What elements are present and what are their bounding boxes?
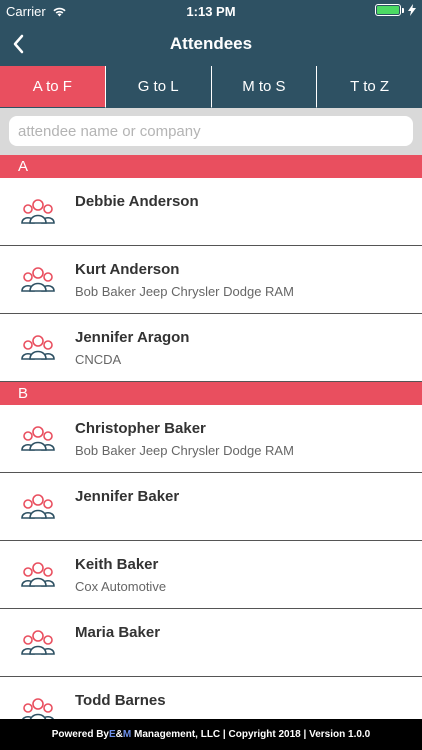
list-item[interactable]: Debbie Anderson: [0, 178, 422, 246]
search-bar: [0, 108, 422, 155]
footer-rest: Management, LLC | Copyright 2018 | Versi…: [131, 729, 371, 740]
attendee-name: Kurt Anderson: [75, 261, 180, 278]
attendee-company: Bob Baker Jeep Chrysler Dodge RAM: [75, 284, 294, 299]
list-item[interactable]: Keith Baker Cox Automotive: [0, 541, 422, 609]
list-item[interactable]: Todd Barnes: [0, 677, 422, 719]
people-group-icon: [21, 494, 55, 519]
people-group-icon: [22, 698, 54, 719]
section-header-b: B: [0, 382, 422, 405]
battery-icon: [375, 4, 404, 16]
list-item[interactable]: Jennifer Baker: [0, 473, 422, 541]
status-bar: Carrier 1:13 PM: [0, 0, 422, 22]
section-header-a: A: [0, 155, 422, 178]
attendee-name: Jennifer Aragon: [75, 329, 190, 346]
attendee-list[interactable]: A Debbie Anderson Kurt Anderson Bob Bake…: [0, 155, 422, 719]
list-item[interactable]: Jennifer Aragon CNCDA: [0, 314, 422, 382]
navigation-bar: Attendees: [0, 22, 422, 66]
attendee-name: Christopher Baker: [75, 420, 206, 437]
tab-t-to-z[interactable]: T to Z: [316, 66, 422, 108]
people-group-icon: [21, 267, 55, 292]
footer-brand-amp: &: [115, 729, 123, 740]
people-group-icon: [21, 335, 55, 360]
footer-powered-by: Powered By: [51, 729, 109, 740]
attendee-name: Todd Barnes: [75, 692, 166, 709]
people-group-icon: [21, 630, 55, 655]
people-group-icon: [21, 199, 55, 224]
people-group-icon: [21, 426, 55, 451]
status-right: [375, 4, 416, 16]
status-time: 1:13 PM: [186, 4, 236, 19]
list-item[interactable]: Maria Baker: [0, 609, 422, 677]
attendee-name: Jennifer Baker: [75, 488, 180, 505]
search-input[interactable]: [9, 116, 413, 146]
charging-bolt-icon: [408, 4, 416, 16]
tab-a-to-f[interactable]: A to F: [0, 66, 105, 108]
page-title: Attendees: [169, 34, 253, 53]
footer-brand-m: M: [122, 729, 132, 740]
footer-brand-e: E: [109, 729, 116, 740]
attendee-company: Bob Baker Jeep Chrysler Dodge RAM: [75, 443, 294, 458]
tab-g-to-l[interactable]: G to L: [104, 66, 211, 108]
attendee-name: Debbie Anderson: [75, 193, 199, 210]
people-group-icon: [21, 562, 55, 587]
attendee-name: Maria Baker: [75, 624, 161, 641]
list-item[interactable]: Christopher Baker Bob Baker Jeep Chrysle…: [0, 405, 422, 473]
attendee-company: Cox Automotive: [75, 579, 167, 594]
footer-copyright: Powered By E & M Management, LLC | Copyr…: [0, 719, 422, 750]
tab-m-to-s[interactable]: M to S: [210, 66, 317, 108]
alphabet-tabs: A to F G to L M to S T to Z: [0, 66, 422, 108]
attendee-company: CNCDA: [75, 352, 122, 367]
attendee-name: Keith Baker: [75, 556, 159, 573]
list-item[interactable]: Kurt Anderson Bob Baker Jeep Chrysler Do…: [0, 246, 422, 314]
